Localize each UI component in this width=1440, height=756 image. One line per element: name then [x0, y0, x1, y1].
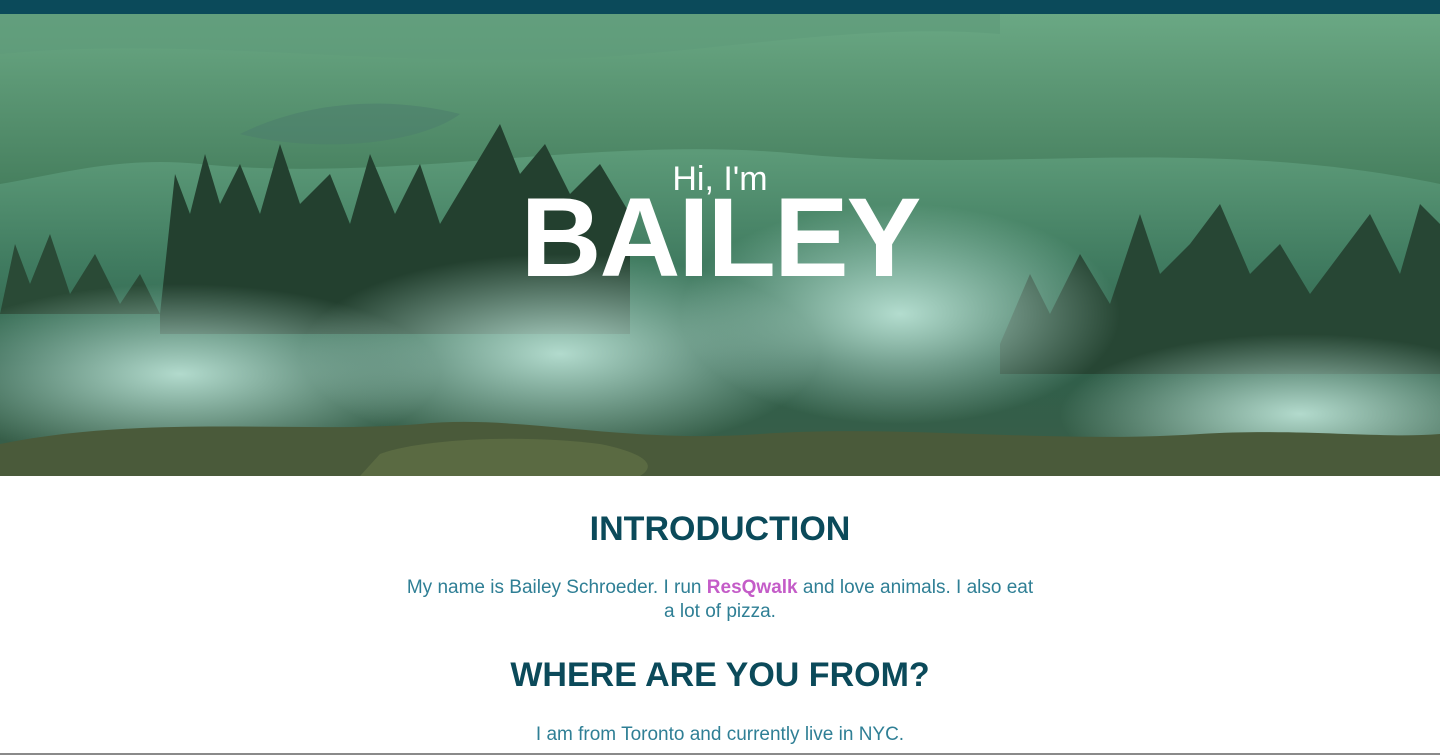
hero-name: BAILEY: [520, 175, 922, 300]
intro-heading: INTRODUCTION: [589, 510, 851, 548]
bottom-divider: [0, 753, 1440, 755]
intro-text-before: My name is Bailey Schroeder. I run: [406, 577, 707, 598]
resqwalk-link[interactable]: ResQwalk: [707, 577, 798, 598]
origin-paragraph: I am from Toronto and currently live in …: [535, 724, 905, 745]
intro-paragraph: My name is Bailey Schroeder. I run ResQw…: [400, 576, 1040, 624]
hero-banner: Hi, I'm BAILEY: [0, 14, 1440, 476]
main-content: INTRODUCTION My name is Bailey Schroeder…: [0, 476, 1440, 754]
origin-heading: WHERE ARE YOU FROM?: [510, 656, 930, 694]
top-bar: [0, 0, 1440, 14]
